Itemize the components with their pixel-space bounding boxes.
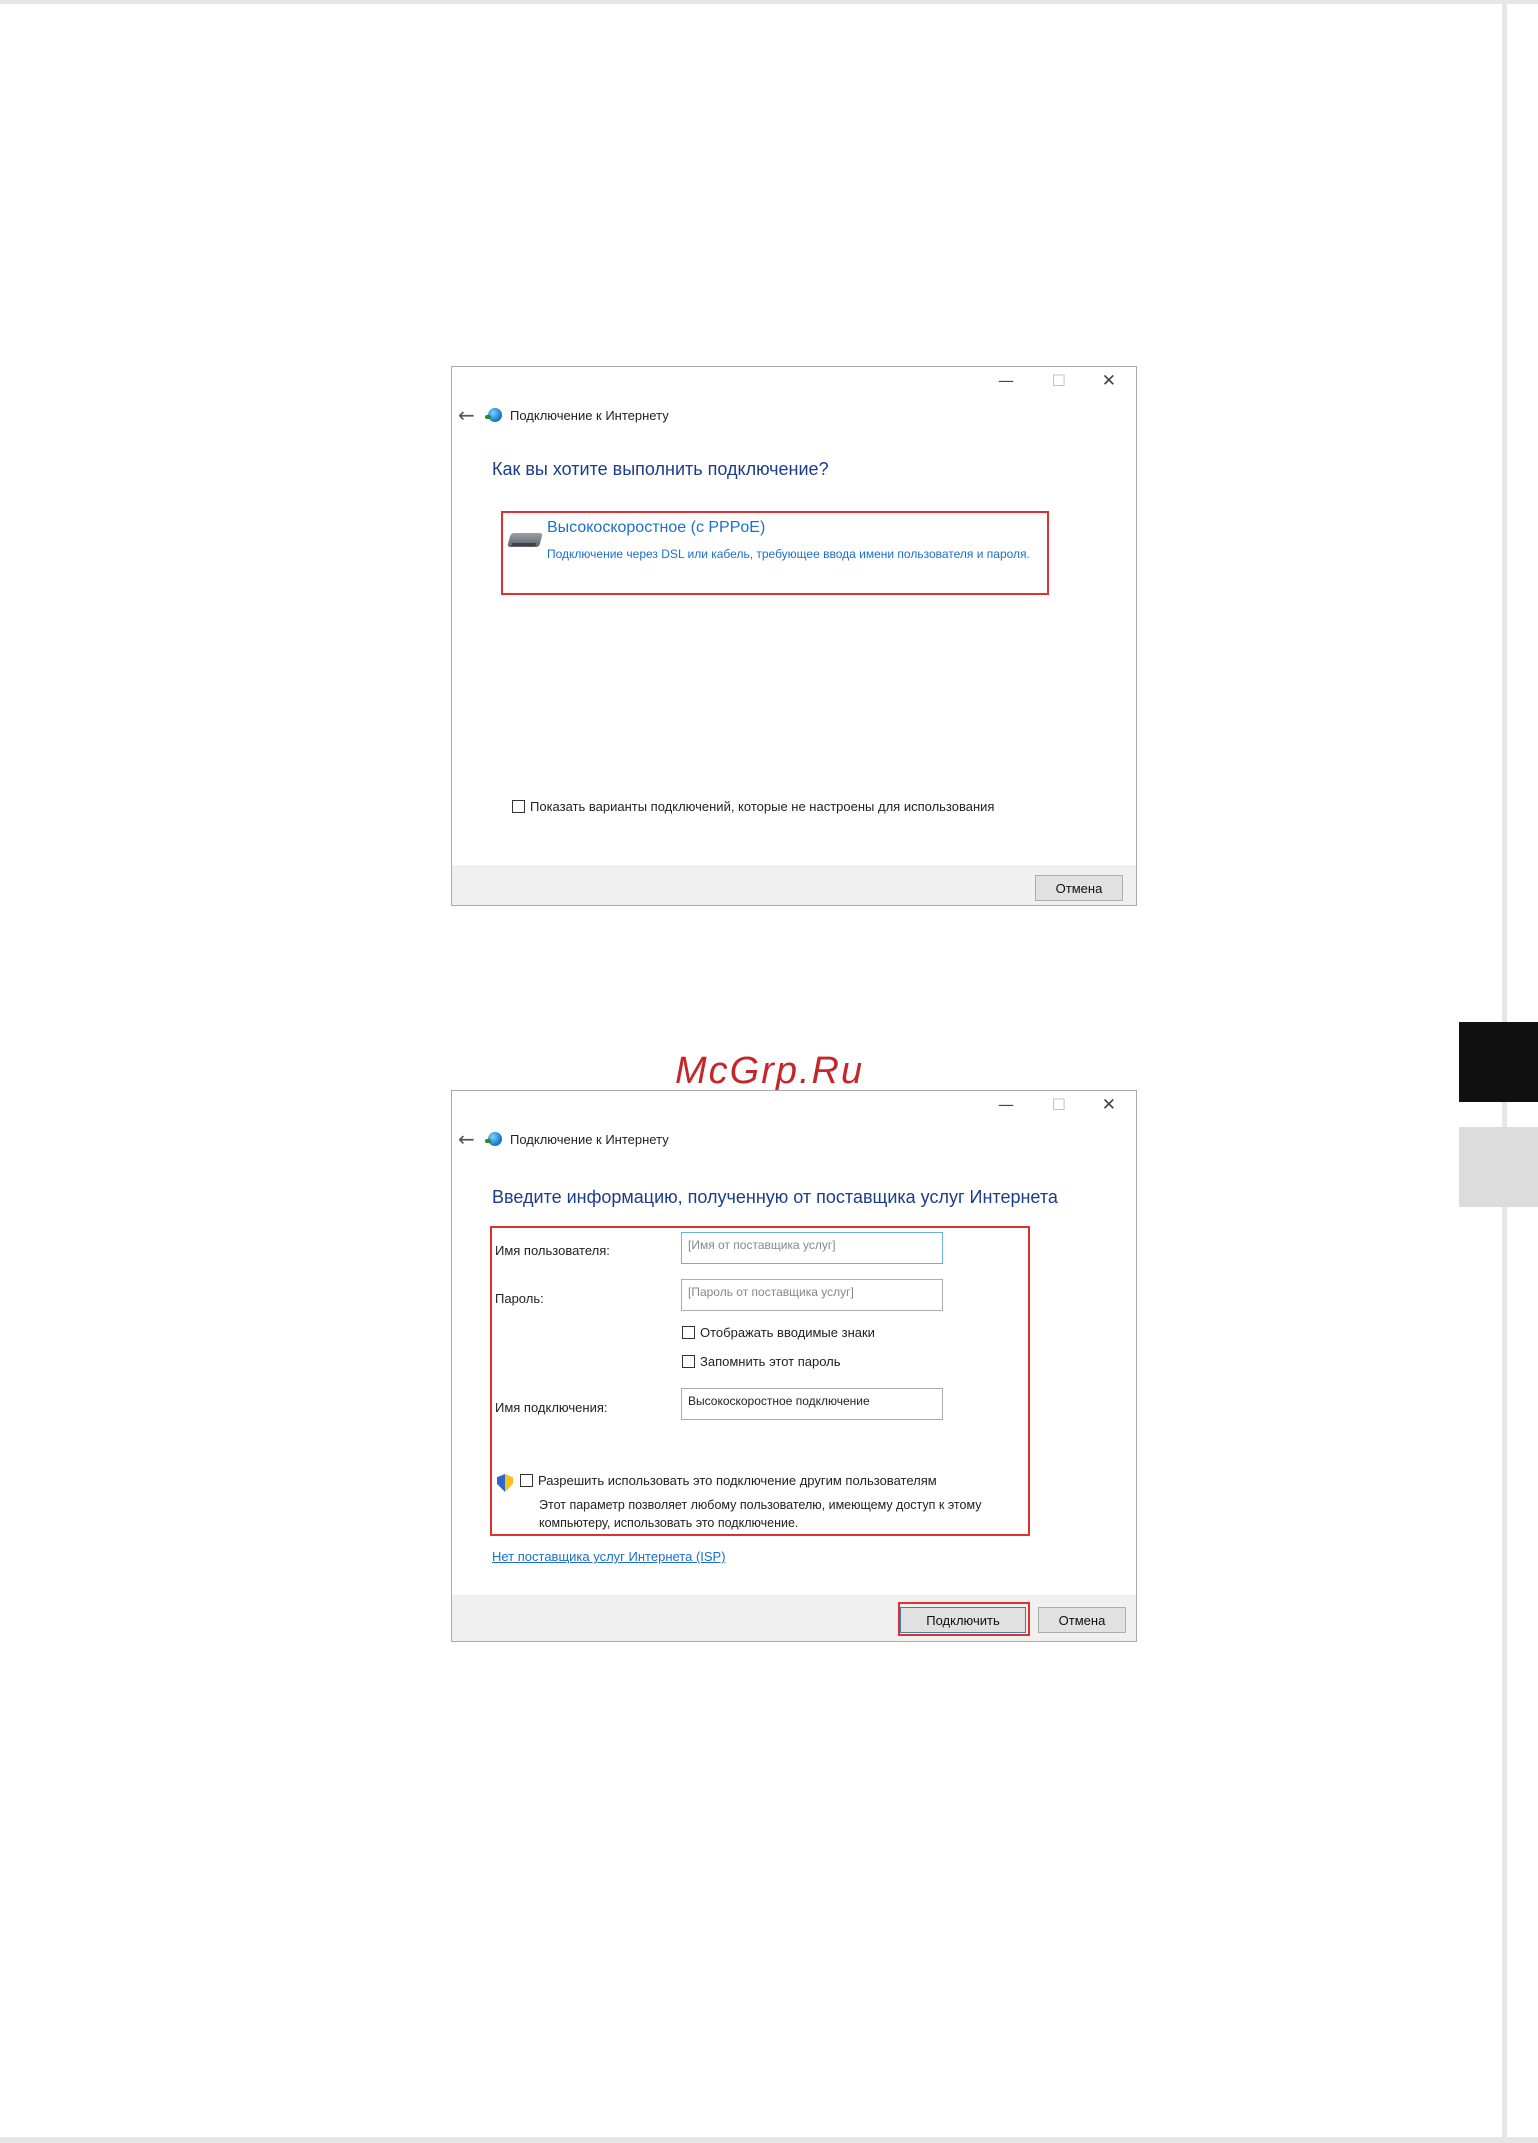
watermark: McGrp.Ru xyxy=(675,1050,865,1092)
allow-others-label: Разрешить использовать это подключение д… xyxy=(538,1473,937,1488)
cancel-button[interactable]: Отмена xyxy=(1035,875,1123,901)
page-frame-bottom xyxy=(0,2137,1538,2143)
side-tab-light xyxy=(1459,1127,1538,1207)
connection-type-dialog: — ☐ ✕ ← Подключение к Интернету Как вы х… xyxy=(451,366,1137,906)
remember-password-label: Запомнить этот пароль xyxy=(700,1354,841,1369)
page-frame-top xyxy=(0,0,1538,4)
option-title: Высокоскоростное (с PPPoE) xyxy=(547,519,766,536)
pppoe-option[interactable]: Высокоскоростное (с PPPoE) Подключение ч… xyxy=(501,511,1049,595)
show-all-options-row: Показать варианты подключений, которые н… xyxy=(512,799,994,814)
minimize-button[interactable]: — xyxy=(998,371,1014,390)
close-button[interactable]: ✕ xyxy=(1102,1095,1116,1115)
maximize-button[interactable]: ☐ xyxy=(1052,371,1066,390)
remember-password-row: Запомнить этот пароль xyxy=(682,1354,841,1369)
connection-name-input[interactable]: Высокоскоростное подключение xyxy=(681,1388,943,1420)
dialog-footer: Подключить Отмена xyxy=(452,1595,1136,1641)
window-title: Подключение к Интернету xyxy=(510,407,669,423)
show-all-label: Показать варианты подключений, которые н… xyxy=(530,799,995,814)
allow-others-description: Этот параметр позволяет любому пользоват… xyxy=(539,1498,982,1530)
allow-others-row: Разрешить использовать это подключение д… xyxy=(520,1473,937,1488)
username-label: Имя пользователя: xyxy=(495,1243,610,1258)
title-bar: ← Подключение к Интернету xyxy=(458,403,669,427)
cancel-button[interactable]: Отмена xyxy=(1038,1607,1126,1633)
dialog-footer: Отмена xyxy=(452,865,1136,905)
isp-info-dialog: — ☐ ✕ ← Подключение к Интернету Введите … xyxy=(451,1090,1137,1642)
minimize-button[interactable]: — xyxy=(998,1095,1014,1114)
uac-shield-icon xyxy=(497,1474,513,1492)
option-description: Подключение через DSL или кабель, требую… xyxy=(547,547,1030,561)
credentials-form: Имя пользователя: [Имя от поставщика усл… xyxy=(490,1226,1030,1536)
show-all-checkbox[interactable] xyxy=(512,800,525,813)
dialog-heading: Введите информацию, полученную от постав… xyxy=(492,1187,1058,1207)
close-button[interactable]: ✕ xyxy=(1102,371,1116,391)
password-input[interactable]: [Пароль от поставщика услуг] xyxy=(681,1279,943,1311)
maximize-button[interactable]: ☐ xyxy=(1052,1095,1066,1114)
connection-name-label: Имя подключения: xyxy=(495,1400,608,1415)
back-arrow-icon[interactable]: ← xyxy=(458,403,488,427)
dialog-heading: Как вы хотите выполнить подключение? xyxy=(492,459,829,479)
window-title: Подключение к Интернету xyxy=(510,1131,669,1147)
title-bar: ← Подключение к Интернету xyxy=(458,1127,669,1151)
side-tab-dark xyxy=(1459,1022,1538,1102)
back-arrow-icon[interactable]: ← xyxy=(458,1127,488,1151)
show-chars-row: Отображать вводимые знаки xyxy=(682,1325,875,1340)
network-globe-icon xyxy=(485,408,502,422)
username-input[interactable]: [Имя от поставщика услуг] xyxy=(681,1232,943,1264)
modem-icon xyxy=(507,533,543,547)
password-label: Пароль: xyxy=(495,1291,544,1306)
remember-password-checkbox[interactable] xyxy=(682,1355,695,1368)
network-globe-icon xyxy=(485,1132,502,1146)
no-isp-link[interactable]: Нет поставщика услуг Интернета (ISP) xyxy=(492,1549,726,1564)
show-chars-label: Отображать вводимые знаки xyxy=(700,1325,875,1340)
connect-button[interactable]: Подключить xyxy=(900,1607,1026,1633)
show-chars-checkbox[interactable] xyxy=(682,1326,695,1339)
allow-others-checkbox[interactable] xyxy=(520,1474,533,1487)
